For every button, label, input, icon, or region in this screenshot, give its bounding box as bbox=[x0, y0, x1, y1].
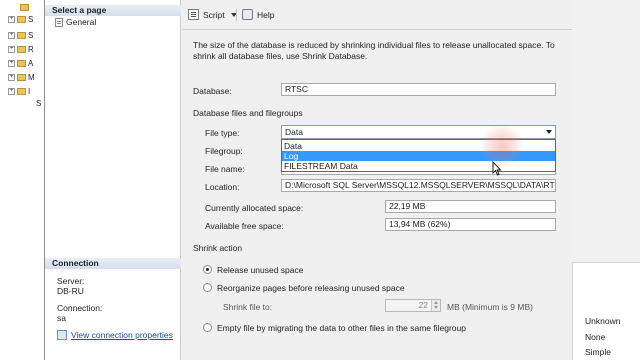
connection-header: Connection bbox=[45, 258, 181, 269]
toolbar-separator bbox=[236, 9, 237, 21]
connection-label: Connection: bbox=[57, 303, 103, 313]
grid-value: None bbox=[585, 332, 606, 342]
properties-icon bbox=[57, 330, 67, 340]
files-group-title: Database files and filegroups bbox=[193, 108, 303, 118]
grid-value: Simple bbox=[585, 347, 611, 357]
folder-icon bbox=[17, 45, 26, 53]
release-unused-label[interactable]: Release unused space bbox=[217, 265, 303, 275]
dropdown-option-data[interactable]: Data bbox=[282, 141, 555, 151]
expand-icon[interactable]: + bbox=[8, 15, 15, 23]
empty-file-label[interactable]: Empty file by migrating the data to othe… bbox=[217, 323, 466, 333]
shrink-to-spinner[interactable]: 22 bbox=[385, 299, 441, 312]
select-page-header: Select a page bbox=[45, 5, 181, 16]
dropdown-option-log[interactable]: Log bbox=[282, 151, 555, 161]
background-window bbox=[572, 0, 640, 262]
tree-row[interactable]: + M bbox=[8, 72, 35, 82]
tree-row[interactable]: S bbox=[36, 98, 41, 108]
tree-row[interactable]: + S bbox=[8, 14, 33, 24]
tree-folder-row[interactable] bbox=[20, 2, 29, 12]
page-item-general[interactable]: General bbox=[55, 17, 96, 27]
shrink-to-unit: MB (Minimum is 9 MB) bbox=[447, 302, 533, 312]
free-space-field: 13,94 MB (62%) bbox=[385, 218, 556, 231]
shrink-file-dialog: Select a page General Connection Server:… bbox=[44, 0, 572, 360]
folder-icon bbox=[17, 31, 26, 39]
spinner-arrows-icon[interactable] bbox=[431, 300, 440, 311]
help-button[interactable]: Help bbox=[242, 9, 274, 20]
folder-icon bbox=[17, 73, 26, 81]
location-field: D:\Microsoft SQL Server\MSSQL12.MSSQLSER… bbox=[281, 179, 556, 192]
file-name-label: File name: bbox=[205, 164, 245, 174]
object-explorer-tree: + S + S + R + A + M + I S bbox=[0, 0, 44, 110]
empty-file-radio[interactable] bbox=[203, 323, 212, 332]
expand-icon[interactable]: + bbox=[8, 87, 15, 95]
allocated-field: 22,19 MB bbox=[385, 200, 556, 213]
general-page: Script Help The size of the database is … bbox=[182, 0, 572, 360]
expand-icon[interactable]: + bbox=[8, 31, 15, 39]
script-icon bbox=[188, 9, 199, 20]
file-type-select[interactable]: Data bbox=[281, 125, 556, 139]
folder-icon bbox=[17, 15, 26, 23]
grid-value: Unknown bbox=[585, 316, 621, 326]
page-selector-pane: Select a page General Connection Server:… bbox=[45, 0, 181, 360]
server-value: DB-RU bbox=[57, 286, 84, 296]
location-label: Location: bbox=[205, 182, 240, 192]
tree-row[interactable]: + R bbox=[8, 44, 34, 54]
shrink-action-title: Shrink action bbox=[193, 243, 243, 253]
tree-row[interactable]: + I bbox=[8, 86, 30, 96]
toolbar: Script Help bbox=[182, 0, 572, 30]
folder-icon bbox=[17, 59, 26, 67]
reorganize-label[interactable]: Reorganize pages before releasing unused… bbox=[217, 283, 405, 293]
release-unused-radio[interactable] bbox=[203, 265, 212, 274]
expand-icon[interactable]: + bbox=[8, 45, 15, 53]
filegroup-label: Filegroup: bbox=[205, 146, 243, 156]
server-label: Server: bbox=[57, 276, 85, 286]
database-field: RTSC bbox=[281, 83, 556, 96]
file-type-dropdown-list[interactable]: Data Log FILESTREAM Data bbox=[281, 139, 556, 172]
chevron-down-icon[interactable] bbox=[546, 130, 552, 134]
folder-icon bbox=[17, 87, 26, 95]
properties-grid: Unknown None Simple bbox=[572, 262, 640, 360]
file-type-label: File type: bbox=[205, 128, 240, 138]
script-button[interactable]: Script bbox=[188, 9, 237, 20]
allocated-label: Currently allocated space: bbox=[205, 203, 304, 213]
description-text: The size of the database is reduced by s… bbox=[193, 40, 555, 61]
view-connection-properties-link[interactable]: View connection properties bbox=[57, 330, 173, 340]
page-item-label: General bbox=[66, 17, 97, 27]
tree-row[interactable]: + A bbox=[8, 58, 33, 68]
free-space-label: Available free space: bbox=[205, 221, 284, 231]
shrink-to-label: Shrink file to: bbox=[223, 302, 273, 312]
reorganize-radio[interactable] bbox=[203, 283, 212, 292]
expand-icon[interactable]: + bbox=[8, 59, 15, 67]
expand-icon[interactable]: + bbox=[8, 73, 15, 81]
connection-value: sa bbox=[57, 313, 66, 323]
help-icon bbox=[242, 9, 253, 20]
dropdown-option-filestream[interactable]: FILESTREAM Data bbox=[282, 161, 555, 171]
tree-row[interactable]: + S bbox=[8, 30, 33, 40]
folder-icon bbox=[20, 3, 29, 11]
database-label: Database: bbox=[193, 86, 232, 96]
page-icon bbox=[55, 17, 63, 27]
mouse-cursor-icon bbox=[492, 161, 502, 176]
